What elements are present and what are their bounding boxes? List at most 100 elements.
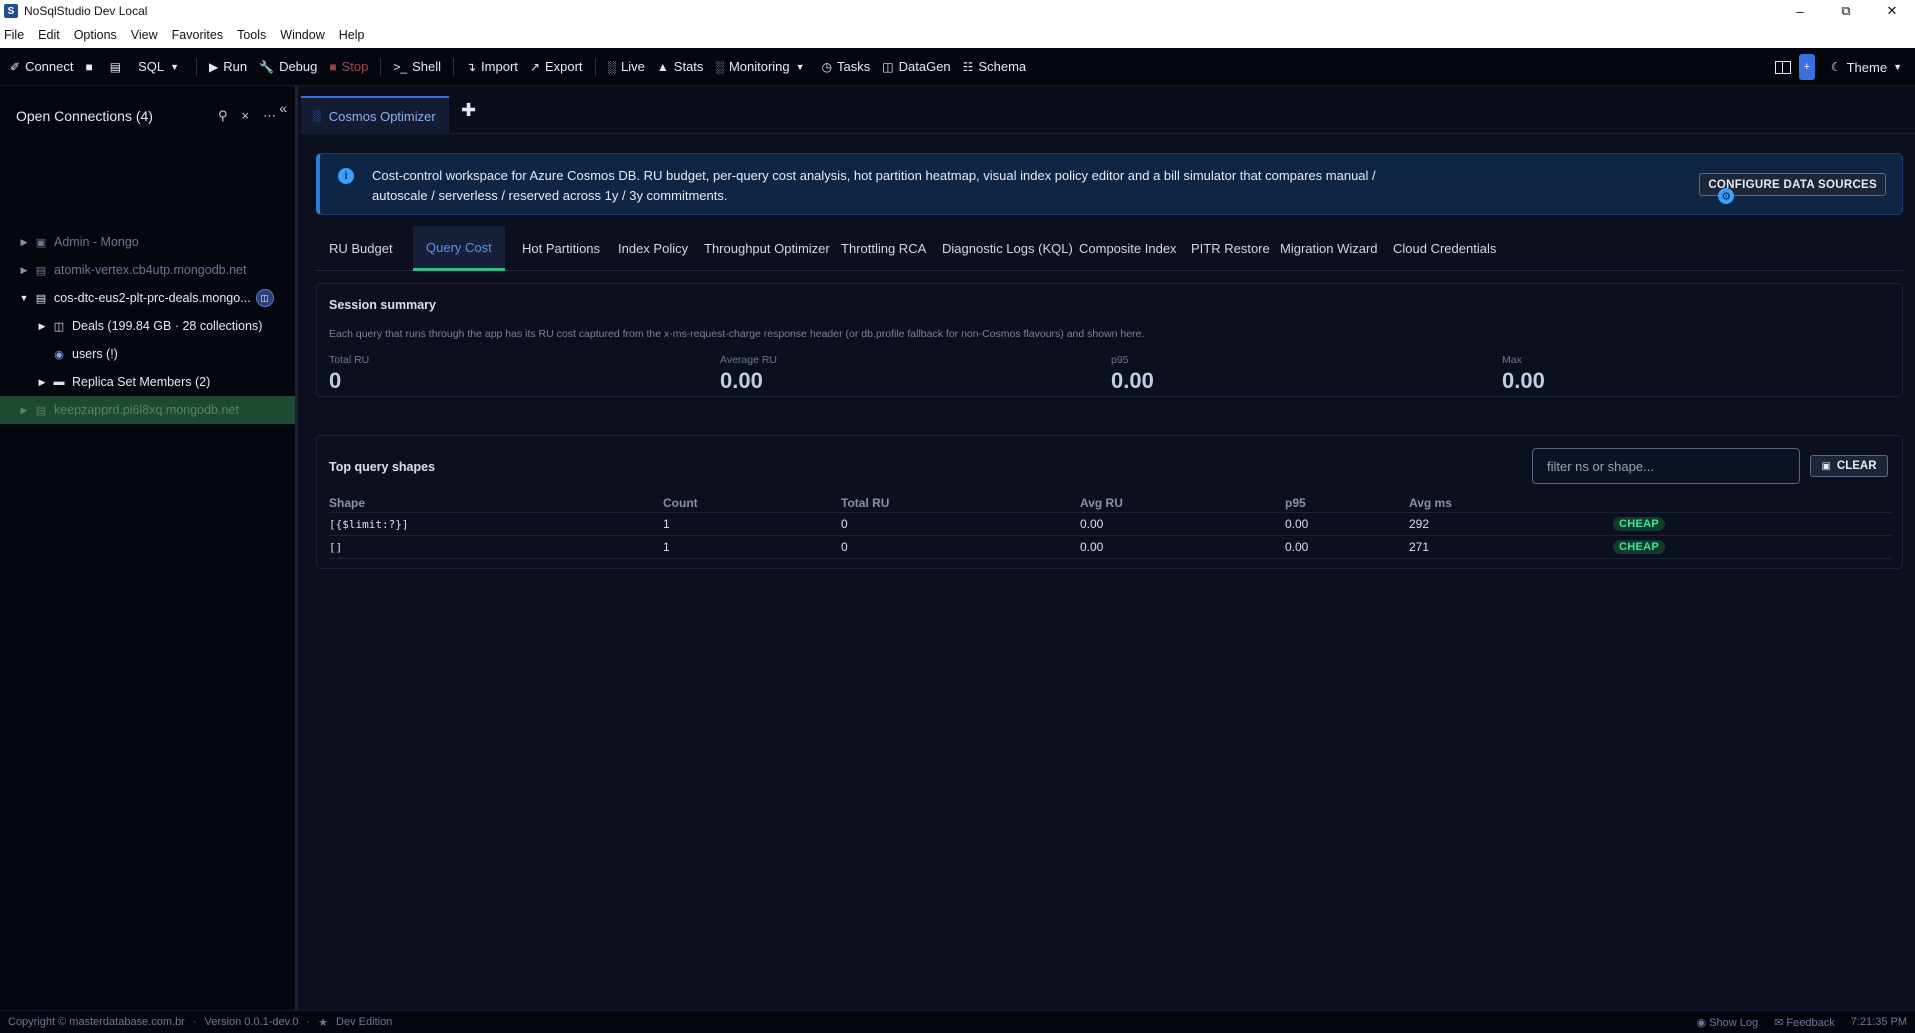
- run-label: Run: [223, 59, 248, 74]
- filter-input[interactable]: filter ns or shape...: [1532, 448, 1800, 484]
- more-icon[interactable]: ⋯: [263, 108, 276, 124]
- configure-data-sources-button[interactable]: ⚙ CONFIGURE DATA SOURCES: [1699, 173, 1886, 204]
- menu-window[interactable]: Window: [280, 28, 324, 42]
- feedback-button[interactable]: ✉ Feedback: [1774, 1016, 1835, 1029]
- cell-count: 1: [663, 540, 670, 554]
- import-button[interactable]: ↴ Import: [466, 59, 518, 74]
- status-right: ◉ Show Log ✉ Feedback 7:21:35 PM: [1697, 1016, 1907, 1029]
- add-tab-icon[interactable]: ✚: [461, 100, 476, 121]
- cell-shape: [{$limit:?}]: [329, 517, 409, 531]
- sidebar-item-atomik-vertex[interactable]: ▶ ▤ atomik-vertex.cb4utp.mongodb.net: [0, 256, 295, 284]
- chevron-right-icon[interactable]: ▶: [18, 265, 30, 276]
- title-bar: S NoSqlStudio Dev Local – ⧉ ✕: [0, 0, 1915, 22]
- col-p95[interactable]: p95: [1285, 494, 1306, 512]
- debug-button[interactable]: 🔧 Debug: [259, 59, 317, 74]
- search-icon[interactable]: ⚲: [218, 108, 228, 124]
- clear-button[interactable]: ▣ CLEAR: [1810, 455, 1888, 477]
- tab-query-cost[interactable]: Query Cost: [413, 226, 505, 271]
- tab-diagnostic-logs[interactable]: Diagnostic Logs (KQL): [929, 226, 1086, 271]
- menu-options[interactable]: Options: [74, 28, 117, 42]
- toolbar-divider: [196, 57, 198, 76]
- sidebar-item-users[interactable]: ◉ users (!): [0, 340, 295, 368]
- cost-badge: CHEAP: [1613, 517, 1666, 531]
- connect-button[interactable]: ✐ Connect: [10, 59, 73, 74]
- monitoring-dropdown[interactable]: ░ Monitoring ▼: [715, 59, 809, 74]
- tab-throughput-optimizer[interactable]: Throughput Optimizer: [691, 226, 843, 271]
- shell-button[interactable]: >_ Shell: [393, 59, 441, 74]
- stop-button[interactable]: ■ Stop: [329, 59, 368, 74]
- tab-cosmos-optimizer[interactable]: ░ Cosmos Optimizer: [301, 96, 449, 134]
- users-icon: ◉: [54, 348, 64, 361]
- menu-tools[interactable]: Tools: [237, 28, 266, 42]
- collapse-sidebar-icon[interactable]: «: [279, 100, 287, 116]
- chevron-right-icon[interactable]: ▶: [36, 321, 48, 332]
- tab-composite-index[interactable]: Composite Index: [1066, 226, 1190, 271]
- stat-label: Average RU: [720, 354, 778, 366]
- sidebar-item-cos-dtc[interactable]: ▼ ▤ cos-dtc-eus2-plt-prc-deals.mongo... …: [0, 284, 295, 312]
- tab-throttling-rca[interactable]: Throttling RCA: [828, 226, 939, 271]
- col-count[interactable]: Count: [663, 494, 698, 512]
- export-icon: ↗: [529, 59, 540, 74]
- cell-p95: 0.00: [1285, 540, 1309, 554]
- minimize-icon[interactable]: –: [1777, 0, 1823, 22]
- tab-migration-wizard[interactable]: Migration Wizard: [1267, 226, 1391, 271]
- add-button[interactable]: +: [1798, 54, 1815, 80]
- chevron-right-icon[interactable]: ▶: [18, 237, 30, 248]
- stat-value: 0.00: [720, 368, 763, 393]
- tasks-button[interactable]: ◷ Tasks: [822, 59, 871, 74]
- open-folder-button[interactable]: ■: [85, 60, 97, 74]
- col-total-ru[interactable]: Total RU: [841, 494, 889, 512]
- menu-help[interactable]: Help: [339, 28, 365, 42]
- restore-icon[interactable]: ⧉: [1823, 0, 1869, 22]
- sql-dropdown[interactable]: SQL ▼: [138, 59, 184, 74]
- table-row[interactable]: [{$limit:?}] 1 0 0.00 0.00 292 CHEAP: [329, 513, 1891, 536]
- theme-dropdown[interactable]: ☾ Theme ▼: [1831, 60, 1907, 75]
- chevron-down-icon[interactable]: ▼: [18, 293, 30, 303]
- stat-p95: p95 0.00: [1111, 354, 1154, 394]
- show-log-button[interactable]: ◉ Show Log: [1697, 1016, 1759, 1029]
- export-button[interactable]: ↗ Export: [530, 59, 583, 74]
- chevron-right-icon[interactable]: ▶: [18, 405, 30, 416]
- tab-ru-budget[interactable]: RU Budget: [316, 226, 406, 271]
- tab-hot-partitions[interactable]: Hot Partitions: [509, 226, 613, 271]
- top-query-shapes-title: Top query shapes: [329, 460, 436, 474]
- sql-label: SQL: [138, 59, 165, 74]
- sidebar-item-deals[interactable]: ▶ ◫ Deals (199.84 GB · 28 collections): [0, 312, 295, 340]
- sidebar-item-replica-set[interactable]: ▶ ▬ Replica Set Members (2): [0, 368, 295, 396]
- bar-chart-icon: ░: [607, 59, 617, 74]
- clear-label: CLEAR: [1836, 460, 1877, 472]
- stat-max: Max 0.00: [1502, 354, 1545, 394]
- schema-icon: ☷: [962, 59, 974, 74]
- document-tabs: ░ Cosmos Optimizer ✚: [301, 86, 1915, 134]
- col-avg-ms[interactable]: Avg ms: [1409, 494, 1452, 512]
- trash-icon: ▣: [1821, 460, 1831, 472]
- datagen-button[interactable]: ◫ DataGen: [882, 59, 950, 74]
- collapse-all-icon[interactable]: ×: [242, 108, 250, 124]
- close-icon[interactable]: ✕: [1869, 0, 1915, 22]
- moon-icon: ☾: [1830, 60, 1842, 74]
- table-row[interactable]: [] 1 0 0.00 0.00 271 CHEAP: [329, 536, 1891, 559]
- run-button[interactable]: ▶ Run: [209, 59, 247, 74]
- tab-index-policy[interactable]: Index Policy: [605, 226, 701, 271]
- sidebar-item-keepzapprd[interactable]: ▶ ▤ keepzapprd.pi6l8xq.mongodb.net: [0, 396, 295, 424]
- sidebar-item-label: cos-dtc-eus2-plt-prc-deals.mongo...: [54, 291, 251, 305]
- chevron-right-icon[interactable]: ▶: [36, 377, 48, 388]
- save-button[interactable]: ▤: [110, 60, 126, 74]
- chat-icon: ✉: [1774, 1016, 1787, 1029]
- info-icon: i: [338, 168, 354, 184]
- panel-toggle-icon[interactable]: [1774, 60, 1791, 74]
- wrench-icon: 🔧: [259, 59, 275, 74]
- tab-cloud-credentials[interactable]: Cloud Credentials: [1380, 226, 1509, 271]
- stats-label: Stats: [673, 59, 704, 74]
- live-button[interactable]: ░ Live: [608, 59, 645, 74]
- menu-favorites[interactable]: Favorites: [172, 28, 223, 42]
- menu-edit[interactable]: Edit: [38, 28, 60, 42]
- menu-view[interactable]: View: [131, 28, 158, 42]
- cell-count: 1: [663, 517, 670, 531]
- col-shape[interactable]: Shape: [329, 494, 365, 512]
- sidebar-item-admin-mongo[interactable]: ▶ ▣ Admin - Mongo: [0, 228, 295, 256]
- stats-button[interactable]: ▲ Stats: [657, 59, 704, 74]
- schema-button[interactable]: ☷ Schema: [963, 59, 1026, 74]
- menu-file[interactable]: File: [4, 28, 24, 42]
- col-avg-ru[interactable]: Avg RU: [1080, 494, 1123, 512]
